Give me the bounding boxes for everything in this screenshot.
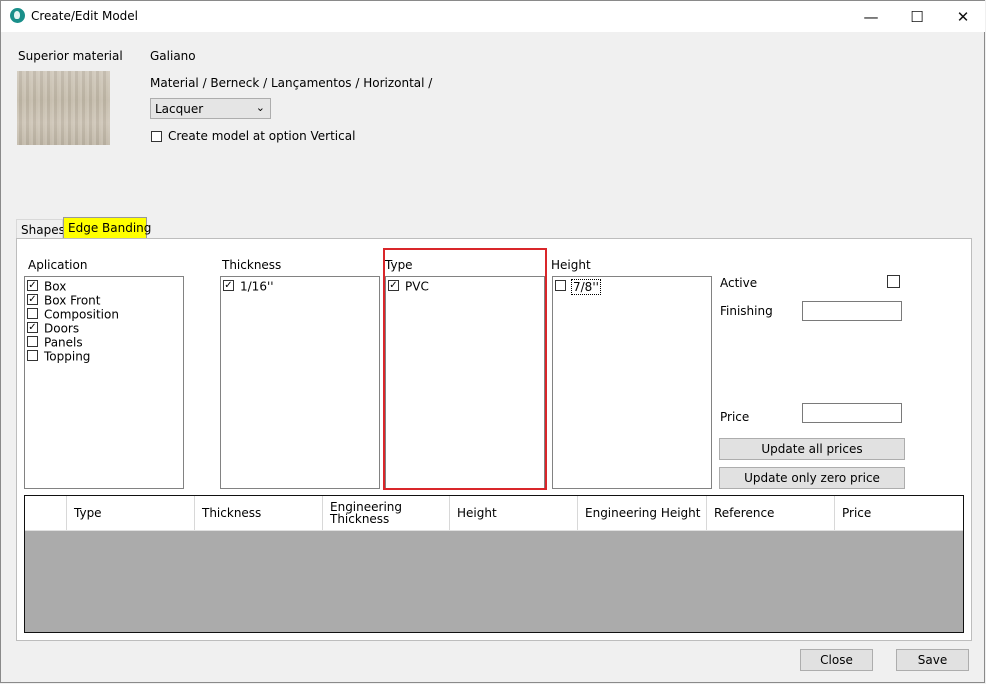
update-all-prices-button[interactable]: Update all prices — [719, 438, 905, 460]
list-item[interactable]: ✓ Box — [27, 279, 66, 294]
list-item[interactable]: Composition — [27, 307, 119, 322]
checkbox[interactable] — [27, 336, 38, 347]
price-input[interactable] — [802, 403, 902, 423]
close-button[interactable]: Close — [800, 649, 873, 671]
aplication-list: ✓ Box ✓ Box Front Composition ✓ Doors Panel… — [24, 276, 184, 489]
checkbox[interactable] — [27, 350, 38, 361]
checkbox[interactable] — [555, 280, 566, 291]
column-header-type[interactable]: Type — [66, 496, 194, 530]
height-header: Height — [551, 258, 591, 272]
column-header-price[interactable]: Price — [834, 496, 963, 530]
aplication-header: Aplication — [28, 258, 88, 272]
active-checkbox[interactable] — [887, 275, 900, 288]
material-swatch-image — [17, 71, 110, 145]
list-item[interactable]: 7/8'' — [555, 278, 601, 295]
grid-header-row: Type Thickness Engineering Thickness Hei… — [25, 496, 963, 531]
superior-material-label: Superior material — [18, 49, 123, 63]
window-title: Create/Edit Model — [31, 9, 138, 23]
grid-row-header-corner — [25, 496, 66, 530]
maximize-button[interactable]: ☐ — [894, 1, 940, 32]
create-vertical-label: Create model at option Vertical — [168, 129, 356, 143]
finish-select-value: Lacquer — [155, 102, 204, 116]
title-bar: Create/Edit Model — ☐ ✕ — [1, 1, 985, 32]
edge-banding-grid[interactable]: Type Thickness Engineering Thickness Hei… — [24, 495, 964, 633]
list-item[interactable]: Panels — [27, 335, 83, 350]
list-item[interactable]: ✓ 1/16'' — [223, 279, 274, 294]
save-button[interactable]: Save — [896, 649, 969, 671]
thickness-list: ✓ 1/16'' — [220, 276, 380, 489]
check-icon[interactable]: ✓ — [27, 280, 38, 291]
check-icon[interactable]: ✓ — [223, 280, 234, 291]
create-vertical-checkbox[interactable] — [151, 131, 162, 142]
chevron-down-icon: ⌄ — [255, 101, 265, 114]
annotation-highlight-box — [383, 248, 547, 490]
tab-edge-banding[interactable]: Edge Banding — [63, 217, 151, 239]
column-header-thickness[interactable]: Thickness — [194, 496, 322, 530]
column-header-reference[interactable]: Reference — [706, 496, 834, 530]
checkbox[interactable] — [27, 308, 38, 319]
finishing-label: Finishing — [720, 304, 773, 318]
app-logo-icon — [10, 8, 25, 23]
close-window-button[interactable]: ✕ — [940, 1, 986, 32]
minimize-button[interactable]: — — [848, 1, 894, 32]
material-path: Material / Berneck / Lançamentos / Horiz… — [150, 76, 433, 90]
list-item[interactable]: ✓ Doors — [27, 321, 79, 336]
column-header-engineering-thickness[interactable]: Engineering Thickness — [322, 496, 449, 530]
update-zero-price-button[interactable]: Update only zero price — [719, 467, 905, 489]
finishing-input[interactable] — [802, 301, 902, 321]
list-item[interactable]: Topping — [27, 349, 90, 364]
check-icon[interactable]: ✓ — [27, 322, 38, 333]
list-item[interactable]: ✓ Box Front — [27, 293, 100, 308]
column-header-engineering-height[interactable]: Engineering Height — [577, 496, 706, 530]
finish-select[interactable]: Lacquer ⌄ — [150, 98, 271, 119]
check-icon[interactable]: ✓ — [27, 294, 38, 305]
material-name: Galiano — [150, 49, 196, 63]
price-label: Price — [720, 410, 750, 424]
height-list: 7/8'' — [552, 276, 712, 489]
active-label: Active — [720, 276, 758, 290]
create-edit-model-window: Create/Edit Model — ☐ ✕ Superior materia… — [0, 0, 985, 683]
column-header-height[interactable]: Height — [449, 496, 577, 530]
thickness-header: Thickness — [222, 258, 282, 272]
tab-shapes[interactable]: Shapes — [16, 219, 65, 239]
